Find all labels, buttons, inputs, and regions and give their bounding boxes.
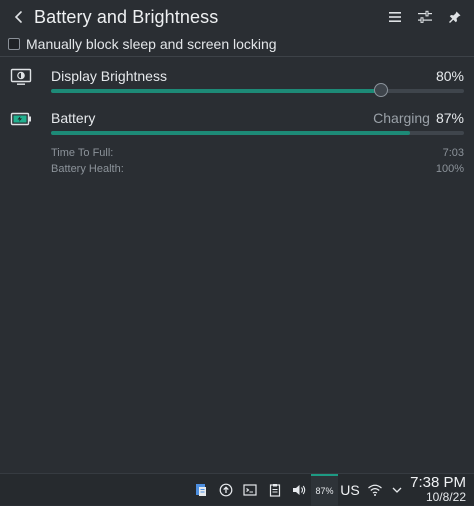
battery-level-bar: [51, 131, 464, 135]
tray-item-battery[interactable]: 87%: [311, 474, 338, 506]
configure-button[interactable]: [412, 4, 438, 30]
chevron-down-icon: [392, 487, 402, 493]
speaker-icon: [293, 485, 306, 495]
upload-circle-icon: [219, 483, 233, 497]
terminal-icon: [243, 484, 257, 496]
display-brightness-slider-fill: [51, 89, 382, 93]
back-button[interactable]: [4, 2, 34, 32]
tray-item-network[interactable]: [364, 474, 386, 506]
battery-level-fill: [51, 131, 411, 135]
time-to-full-value: 7:03: [442, 147, 464, 159]
tray-item-volume[interactable]: [288, 474, 310, 506]
keyboard-layout-label: US: [340, 482, 360, 498]
chevron-left-icon: [14, 11, 22, 23]
hamburger-menu-icon: [389, 12, 401, 22]
battery-status: Charging: [373, 110, 430, 126]
block-sleep-label: Manually block sleep and screen locking: [26, 36, 277, 52]
system-tray: 87% US 7:38 PM 10/8/22: [0, 473, 474, 506]
tray-item-keyboard-layout[interactable]: US: [339, 474, 361, 506]
clock-date: 10/8/22: [425, 490, 466, 504]
menu-button[interactable]: [382, 4, 408, 30]
clipboard-icon: [269, 484, 281, 497]
display-brightness-value: 80%: [435, 68, 464, 84]
pin-icon: [449, 11, 461, 23]
battery-value: Charging 87%: [373, 110, 464, 126]
window-switch-icon: [196, 484, 206, 496]
clock-time: 7:38 PM: [410, 474, 466, 491]
battery-health-label: Battery Health:: [51, 163, 124, 175]
tray-item-clipboard[interactable]: [190, 474, 212, 506]
wifi-icon: [368, 484, 382, 496]
block-sleep-checkbox[interactable]: [8, 38, 20, 50]
pin-button[interactable]: [442, 4, 468, 30]
page-title: Battery and Brightness: [34, 6, 219, 27]
tray-expand-button[interactable]: [387, 474, 407, 506]
battery-percent: 87%: [435, 110, 464, 126]
block-sleep-checkbox-row[interactable]: Manually block sleep and screen locking: [8, 34, 277, 54]
display-brightness-label: Display Brightness: [51, 68, 167, 84]
display-brightness-slider[interactable]: [51, 83, 464, 97]
settings-sliders-icon: [418, 10, 432, 23]
popup-header: Battery and Brightness: [0, 0, 474, 34]
digital-clock[interactable]: 7:38 PM 10/8/22: [410, 474, 466, 504]
tray-item-updates[interactable]: [215, 474, 237, 506]
tray-item-terminal[interactable]: [239, 474, 261, 506]
display-brightness-icon: [10, 68, 32, 91]
tray-item-notes[interactable]: [264, 474, 286, 506]
battery-health-value: 100%: [435, 163, 464, 175]
header-divider: [0, 56, 474, 57]
time-to-full-label: Time To Full:: [51, 147, 114, 159]
display-brightness-slider-handle[interactable]: [374, 83, 389, 97]
battery-label: Battery: [51, 110, 96, 126]
tray-battery-percent: 87%: [315, 486, 334, 496]
battery-charging-icon: [10, 111, 32, 132]
